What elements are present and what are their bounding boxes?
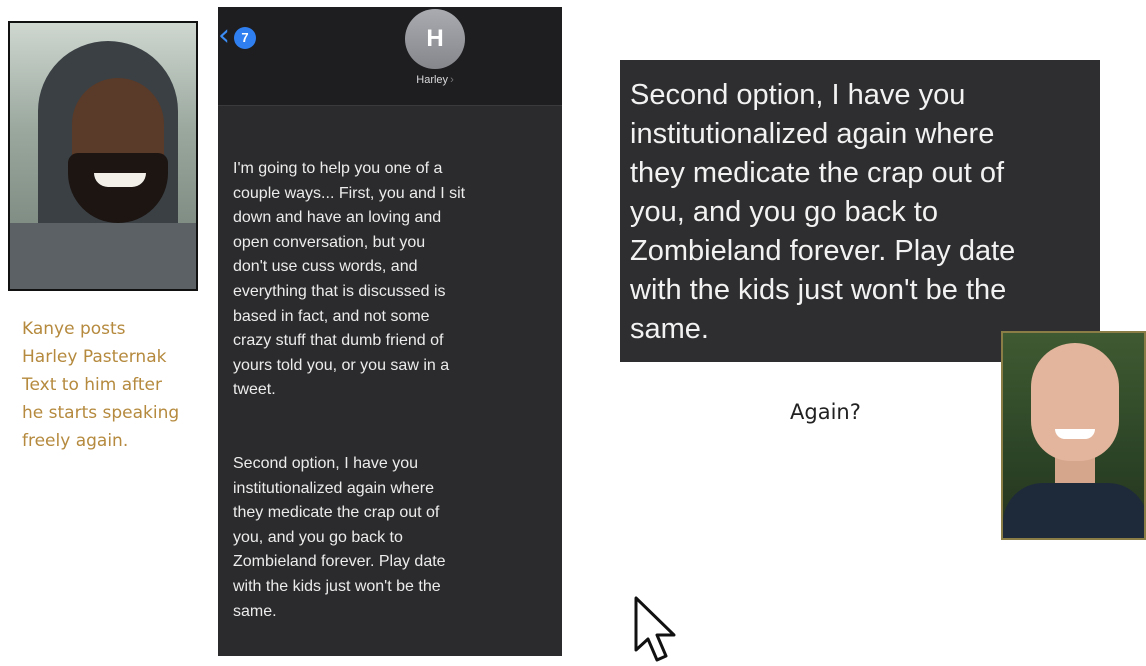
kanye-photo [8, 21, 198, 291]
caption-line: Text to him after [22, 375, 162, 395]
message-line: couple ways... First, you and I sit [233, 184, 466, 202]
chevron-left-icon[interactable]: ‹ [218, 21, 234, 51]
zoomed-line: Zombieland forever. Play date [630, 235, 1016, 267]
caption-line: he starts speaking [22, 403, 180, 423]
message-line: crazy stuff that dumb friend of [233, 332, 444, 350]
message-line: tweet. [233, 381, 276, 399]
photo-shirt [1003, 483, 1144, 538]
message-line: everything that is discussed is [233, 282, 446, 300]
message-line: Second option, I have you [233, 454, 419, 472]
message-line: don't use cuss words, and [233, 258, 418, 276]
message-line: open conversation, but you [233, 233, 426, 251]
photo-smile [94, 173, 146, 187]
contact-name-label: Harley [416, 74, 449, 86]
photo-smile [1055, 429, 1095, 439]
message-line: same. [233, 602, 277, 620]
message-line: you, and you go back to [233, 528, 403, 546]
contact-avatar[interactable]: H [405, 9, 465, 69]
conversation-header: ‹ 7 H Harley › [218, 7, 562, 106]
message-text: I'm going to help you one of a couple wa… [233, 157, 553, 624]
message-line: based in fact, and not some [233, 307, 430, 325]
unread-badge[interactable]: 7 [234, 27, 256, 49]
zoomed-line: they medicate the crap out of [630, 157, 1004, 189]
zoomed-line: institutionalized again where [630, 118, 995, 150]
phone-screenshot: ‹ 7 H Harley › I'm going to help you one … [218, 7, 562, 656]
message-paragraph-1: I'm going to help you one of a couple wa… [233, 157, 553, 403]
mouse-pointer-icon [634, 596, 676, 662]
photo-head [1031, 343, 1119, 461]
message-line: they medicate the crap out of [233, 504, 440, 522]
message-line: Zombieland forever. Play date [233, 553, 446, 571]
caption: Kanye posts Harley Pasternak Text to him… [22, 315, 202, 455]
photo-jacket [10, 223, 196, 289]
zoomed-line: with the kids just won't be the [630, 274, 1007, 306]
zoomed-line: you, and you go back to [630, 196, 938, 228]
message-line: with the kids just won't be the [233, 577, 441, 595]
contact-name[interactable]: Harley › [368, 74, 502, 86]
again-annotation: Again? [790, 400, 861, 424]
chevron-right-icon: › [450, 74, 454, 86]
message-line: institutionalized again where [233, 479, 435, 497]
zoomed-line: Second option, I have you [630, 79, 966, 111]
message-line: yours told you, or you saw in a [233, 356, 450, 374]
message-line: I'm going to help you one of a [233, 160, 443, 177]
message-paragraph-2: Second option, I have you institutionali… [233, 452, 553, 624]
zoomed-excerpt: Second option, I have you institutionali… [620, 60, 1100, 362]
caption-line: Harley Pasternak [22, 347, 167, 367]
harley-photo [1001, 331, 1146, 540]
message-line: down and have an loving and [233, 209, 442, 227]
caption-line: Kanye posts [22, 319, 126, 339]
caption-line: freely again. [22, 431, 129, 451]
